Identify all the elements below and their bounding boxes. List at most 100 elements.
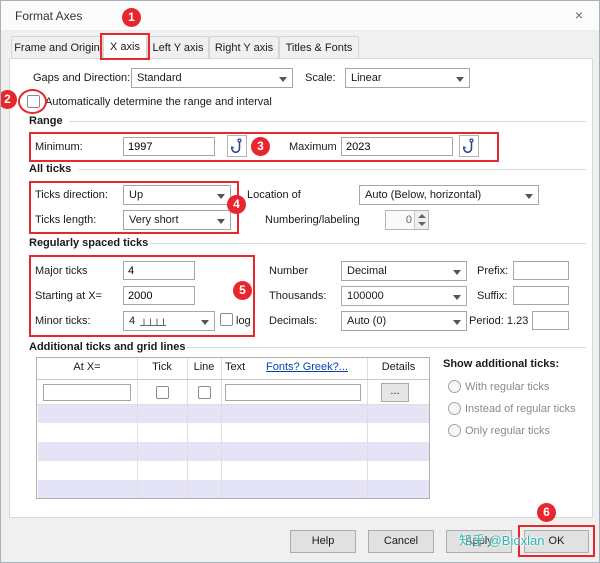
table-row-empty <box>38 442 429 461</box>
thousands-select[interactable]: 100000 <box>341 286 467 306</box>
decimals-select[interactable]: Auto (0) <box>341 311 467 331</box>
auto-range-checkbox[interactable] <box>27 95 40 108</box>
regular-ticks-group-header: Regularly spaced ticks <box>29 237 148 249</box>
tab-x-axis[interactable]: X axis <box>103 33 147 59</box>
maximum-input[interactable] <box>341 137 453 156</box>
maximum-label: Maximum <box>289 141 337 153</box>
suffix-input[interactable] <box>513 286 569 305</box>
ok-button[interactable]: OK <box>524 530 589 553</box>
ticks-direction-value: Up <box>129 189 143 201</box>
ticks-length-label: Ticks length: <box>35 214 96 226</box>
radio-instead-regular[interactable] <box>448 402 461 415</box>
chevron-down-icon <box>201 320 209 325</box>
line-checkbox[interactable] <box>198 386 211 399</box>
scale-select[interactable]: Linear <box>345 68 470 88</box>
minimum-input[interactable] <box>123 137 215 156</box>
ticks-direction-label: Ticks direction: <box>35 189 108 201</box>
radio-with-regular-label: With regular ticks <box>465 381 549 393</box>
minimum-label: Minimum: <box>35 141 83 153</box>
log-label: log <box>236 315 251 327</box>
scale-label: Scale: <box>305 72 336 84</box>
tab-left-y-axis[interactable]: Left Y axis <box>147 36 209 58</box>
chevron-down-icon <box>453 320 461 325</box>
minor-ticks-select[interactable]: 4 <box>123 311 215 331</box>
period-label: Period: 1.23 <box>469 315 528 327</box>
tick-checkbox[interactable] <box>156 386 169 399</box>
tab-titles-fonts[interactable]: Titles & Fonts <box>279 36 359 58</box>
radio-instead-regular-label: Instead of regular ticks <box>465 403 576 415</box>
cancel-button[interactable]: Cancel <box>368 530 434 553</box>
tab-frame-and-origin[interactable]: Frame and Origin <box>11 36 103 58</box>
location-value: Auto (Below, horizontal) <box>365 189 481 201</box>
help-button[interactable]: Help <box>290 530 356 553</box>
column-header-tick: Tick <box>137 361 187 373</box>
details-button[interactable]: ... <box>381 383 409 402</box>
auto-range-label: Automatically determine the range and in… <box>45 96 272 108</box>
chevron-down-icon <box>456 77 464 82</box>
thousands-value: 100000 <box>347 290 384 302</box>
minor-ticks-value: 4 <box>129 315 135 327</box>
numbering-offset-value: 0 <box>386 214 412 226</box>
minimum-hook-button[interactable] <box>227 135 247 157</box>
decimals-value: Auto (0) <box>347 315 386 327</box>
ticks-direction-select[interactable]: Up <box>123 185 231 205</box>
table-row-empty <box>38 404 429 423</box>
ticks-length-value: Very short <box>129 214 179 226</box>
ticks-length-select[interactable]: Very short <box>123 210 231 230</box>
chevron-down-icon <box>217 219 225 224</box>
period-input[interactable] <box>532 311 569 330</box>
suffix-label: Suffix: <box>477 290 507 302</box>
spinner-arrows-icon[interactable] <box>414 211 428 229</box>
chevron-down-icon <box>453 270 461 275</box>
starting-at-input[interactable] <box>123 286 195 305</box>
hook-icon <box>231 138 244 155</box>
table-header-divider <box>37 379 429 380</box>
location-select[interactable]: Auto (Below, horizontal) <box>359 185 539 205</box>
group-divider <box>69 121 586 122</box>
column-header-details: Details <box>367 361 430 373</box>
major-ticks-input[interactable] <box>123 261 195 280</box>
additional-ticks-group-header: Additional ticks and grid lines <box>29 341 185 353</box>
table-row-divider <box>37 404 429 405</box>
gaps-direction-select[interactable]: Standard <box>131 68 293 88</box>
chevron-down-icon <box>453 295 461 300</box>
major-ticks-label: Major ticks <box>35 265 88 277</box>
number-label: Number <box>269 265 308 277</box>
thousands-label: Thousands: <box>269 290 326 302</box>
log-checkbox[interactable] <box>220 313 233 326</box>
radio-with-regular[interactable] <box>448 380 461 393</box>
close-icon[interactable]: × <box>569 7 589 25</box>
tick-text-input[interactable] <box>225 384 361 401</box>
dialog-title: Format Axes <box>15 9 82 23</box>
all-ticks-group-header: All ticks <box>29 163 71 175</box>
fonts-greek-link[interactable]: Fonts? Greek?... <box>251 361 363 373</box>
tick-comb-icon <box>139 316 167 327</box>
chevron-down-icon <box>279 77 287 82</box>
column-header-atx: At X= <box>37 361 137 373</box>
numbering-offset-spinner[interactable]: 0 <box>385 210 429 230</box>
prefix-label: Prefix: <box>477 265 508 277</box>
location-label: Location of <box>247 189 301 201</box>
apply-button[interactable]: Apply <box>446 530 512 553</box>
format-axes-dialog: Format Axes × Frame and Origin X axis Le… <box>0 0 600 563</box>
radio-only-regular[interactable] <box>448 424 461 437</box>
range-group-header: Range <box>29 115 63 127</box>
prefix-input[interactable] <box>513 261 569 280</box>
additional-ticks-table: At X= Tick Line Text Fonts? Greek?... De… <box>36 357 430 499</box>
group-divider <box>79 169 586 170</box>
table-row-empty <box>38 480 429 498</box>
chevron-down-icon <box>525 194 533 199</box>
maximum-hook-button[interactable] <box>459 135 479 157</box>
number-format-select[interactable]: Decimal <box>341 261 467 281</box>
group-divider <box>149 243 586 244</box>
scale-value: Linear <box>351 72 382 84</box>
decimals-label: Decimals: <box>269 315 317 327</box>
starting-at-label: Starting at X= <box>35 290 102 302</box>
radio-only-regular-label: Only regular ticks <box>465 425 550 437</box>
minor-ticks-label: Minor ticks: <box>35 315 91 327</box>
tab-right-y-axis[interactable]: Right Y axis <box>209 36 279 58</box>
atx-input[interactable] <box>43 384 131 401</box>
gaps-direction-value: Standard <box>137 72 182 84</box>
numbering-label: Numbering/labeling <box>265 214 360 226</box>
column-header-line: Line <box>187 361 221 373</box>
